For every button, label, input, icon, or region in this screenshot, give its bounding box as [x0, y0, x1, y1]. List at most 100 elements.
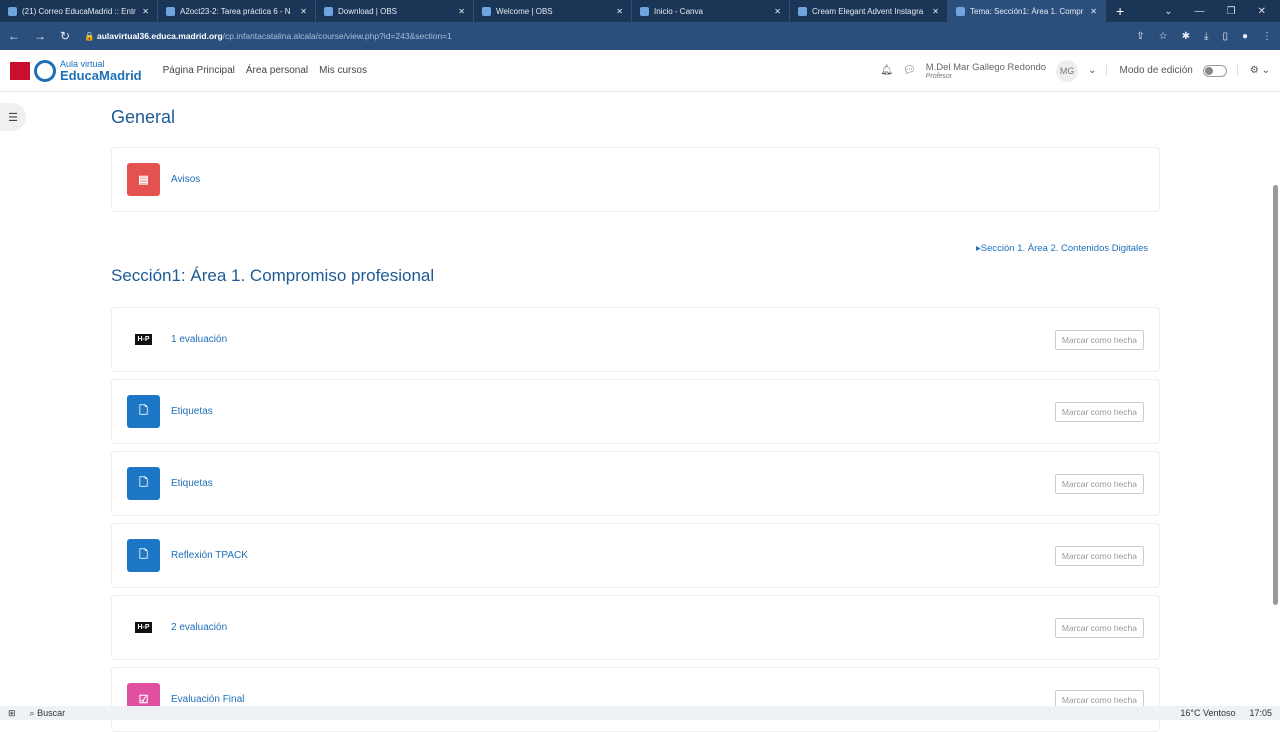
menu-icon[interactable]: ⋮ — [1262, 31, 1272, 42]
activity-label[interactable]: Etiquetas — [171, 478, 213, 489]
activity-label[interactable]: 2 evaluación — [171, 622, 227, 633]
activity-item[interactable]: ☑ Evaluación Final Marcar como hecha — [111, 667, 1160, 732]
tab-title: Tema: Sección1: Área 1. Compr — [970, 6, 1084, 16]
clock[interactable]: 17:05 — [1249, 708, 1272, 718]
scrollbar[interactable] — [1273, 185, 1278, 605]
taskbar: ⊞ ⌕ Buscar 16°C Ventoso 17:05 — [0, 706, 1280, 720]
minimize-icon[interactable]: — — [1195, 6, 1205, 17]
close-window-icon[interactable]: ✕ — [1258, 6, 1266, 17]
list-icon: ☰ — [8, 111, 18, 124]
forward-icon[interactable]: → — [34, 29, 46, 43]
educamadrid-logo-icon — [34, 59, 56, 82]
h5p-icon: H-P — [127, 611, 160, 644]
browser-tab[interactable]: Cream Elegant Advent Instagra ✕ — [790, 0, 948, 22]
activity-label[interactable]: Etiquetas — [171, 406, 213, 417]
favicon-icon — [166, 6, 175, 16]
close-tab-icon[interactable]: ✕ — [774, 7, 781, 16]
activity-item[interactable]: 🗋 Reflexión TPACK Marcar como hecha — [111, 523, 1160, 588]
next-section-link[interactable]: ▸Sección 1. Área 2. Contenidos Digitales — [976, 243, 1148, 254]
tab-title: (21) Correo EducaMadrid :: Entr — [22, 6, 136, 16]
user-menu[interactable]: M.Del Mar Gallego Redondo Profesor — [926, 62, 1046, 80]
logo[interactable]: Aula virtual EducaMadrid — [60, 59, 142, 83]
browser-tab[interactable]: Inicio - Canva ✕ — [632, 0, 790, 22]
tab-title: Cream Elegant Advent Instagra — [812, 6, 924, 16]
mark-done-button[interactable]: Marcar como hecha — [1054, 473, 1144, 494]
mark-done-button[interactable]: Marcar como hecha — [1054, 545, 1144, 566]
profile-icon[interactable]: ● — [1242, 31, 1248, 42]
settings-gear-icon[interactable]: ⚙ ⌄ — [1236, 65, 1270, 76]
favicon-icon — [798, 6, 807, 16]
url-input[interactable]: 🔒 aulavirtual36.educa.madrid.org/cp.infa… — [84, 31, 452, 42]
url-path: /cp.infantacatalina.alcala/course/view.p… — [222, 30, 452, 41]
activity-avisos[interactable]: ▤ Avisos — [111, 147, 1160, 212]
url-host: aulavirtual36.educa.madrid.org — [97, 30, 223, 41]
restore-icon[interactable]: ❐ — [1227, 6, 1236, 17]
browser-tab[interactable]: Download | OBS ✕ — [316, 0, 474, 22]
favicon-icon — [956, 6, 965, 16]
search-label: Buscar — [37, 707, 66, 718]
mark-done-button[interactable]: Marcar como hecha — [1054, 329, 1144, 350]
favicon-icon — [324, 6, 333, 16]
tab-title: Welcome | OBS — [496, 6, 553, 16]
user-role: Profesor — [925, 72, 953, 80]
browser-tab[interactable]: Tema: Sección1: Área 1. Compr ✕ — [948, 0, 1106, 22]
h5p-icon: H-P — [127, 323, 160, 356]
forum-icon: ▤ — [127, 163, 160, 196]
close-tab-icon[interactable]: ✕ — [932, 7, 939, 16]
avatar[interactable]: MG — [1056, 59, 1079, 82]
chat-icon[interactable]: 💬︎ — [903, 65, 916, 76]
browser-tab[interactable]: (21) Correo EducaMadrid :: Entr ✕ — [0, 0, 158, 22]
mark-done-button[interactable]: Marcar como hecha — [1054, 401, 1144, 422]
windows-start-icon[interactable]: ⊞ — [8, 708, 16, 719]
star-icon[interactable]: ☆ — [1159, 31, 1168, 42]
download-icon[interactable]: ⤓ — [1204, 31, 1208, 42]
close-tab-icon[interactable]: ✕ — [300, 7, 307, 16]
reload-icon[interactable]: ↻ — [60, 29, 70, 43]
nav-pagina-principal[interactable]: Página Principal — [163, 65, 235, 76]
favicon-icon — [8, 6, 17, 16]
taskbar-search[interactable]: ⌕ Buscar — [30, 708, 66, 719]
weather[interactable]: 16°C Ventoso — [1180, 708, 1235, 718]
back-icon[interactable]: ← — [8, 29, 20, 43]
chevron-down-icon[interactable]: ⌄ — [1088, 65, 1096, 76]
activity-label[interactable]: Reflexión TPACK — [171, 550, 248, 561]
browser-tab[interactable]: Welcome | OBS ✕ — [474, 0, 632, 22]
activity-label[interactable]: Evaluación Final — [171, 694, 244, 705]
section-title: Sección1: Área 1. Compromiso profesional — [111, 266, 435, 285]
edit-mode-label: Modo de edición — [1106, 65, 1193, 76]
tab-title: Inicio - Canva — [654, 6, 703, 16]
activity-item[interactable]: 🗋 Etiquetas Marcar como hecha — [111, 451, 1160, 516]
close-tab-icon[interactable]: ✕ — [616, 7, 623, 16]
nav-mis-cursos[interactable]: Mis cursos — [319, 65, 367, 76]
sidepanel-icon[interactable]: ▯ — [1222, 31, 1228, 42]
close-tab-icon[interactable]: ✕ — [142, 7, 149, 16]
page-icon: 🗋 — [127, 395, 160, 428]
share-icon[interactable]: ⇪ — [1136, 31, 1144, 42]
user-name: M.Del Mar Gallego Redondo — [925, 61, 1047, 73]
close-tab-icon[interactable]: ✕ — [458, 7, 465, 16]
logo-main: EducaMadrid — [60, 67, 142, 83]
nav-area-personal[interactable]: Área personal — [246, 65, 308, 76]
new-tab-icon[interactable]: + — [1106, 3, 1134, 19]
favicon-icon — [640, 6, 649, 16]
tab-title: A2oct23-2: Tarea práctica 6 - N — [180, 6, 291, 16]
bell-icon[interactable]: 🔔︎ — [880, 65, 893, 76]
activity-label[interactable]: 1 evaluación — [171, 334, 227, 345]
edit-mode-toggle[interactable] — [1202, 64, 1227, 77]
mark-done-button[interactable]: Marcar como hecha — [1054, 617, 1144, 638]
site-header: Aula virtual EducaMadrid Página Principal… — [0, 50, 1280, 92]
address-bar: ← → ↻ 🔒 aulavirtual36.educa.madrid.org/c… — [0, 22, 1280, 50]
tab-search-icon[interactable]: ⌄ — [1164, 6, 1172, 17]
tab-title: Download | OBS — [338, 6, 397, 16]
close-tab-icon[interactable]: ✕ — [1090, 7, 1097, 16]
madrid-flag-logo — [10, 61, 30, 80]
extensions-icon[interactable]: ✱ — [1182, 31, 1190, 42]
general-title: General — [111, 107, 176, 127]
activity-item[interactable]: 🗋 Etiquetas Marcar como hecha — [111, 379, 1160, 444]
course-index-toggle[interactable]: ☰ — [0, 103, 26, 131]
page-icon: 🗋 — [127, 539, 160, 572]
activity-item[interactable]: H-P 2 evaluación Marcar como hecha — [111, 595, 1160, 660]
activity-item[interactable]: H-P 1 evaluación Marcar como hecha — [111, 307, 1160, 372]
activity-label[interactable]: Avisos — [171, 174, 200, 185]
browser-tab[interactable]: A2oct23-2: Tarea práctica 6 - N ✕ — [158, 0, 316, 22]
